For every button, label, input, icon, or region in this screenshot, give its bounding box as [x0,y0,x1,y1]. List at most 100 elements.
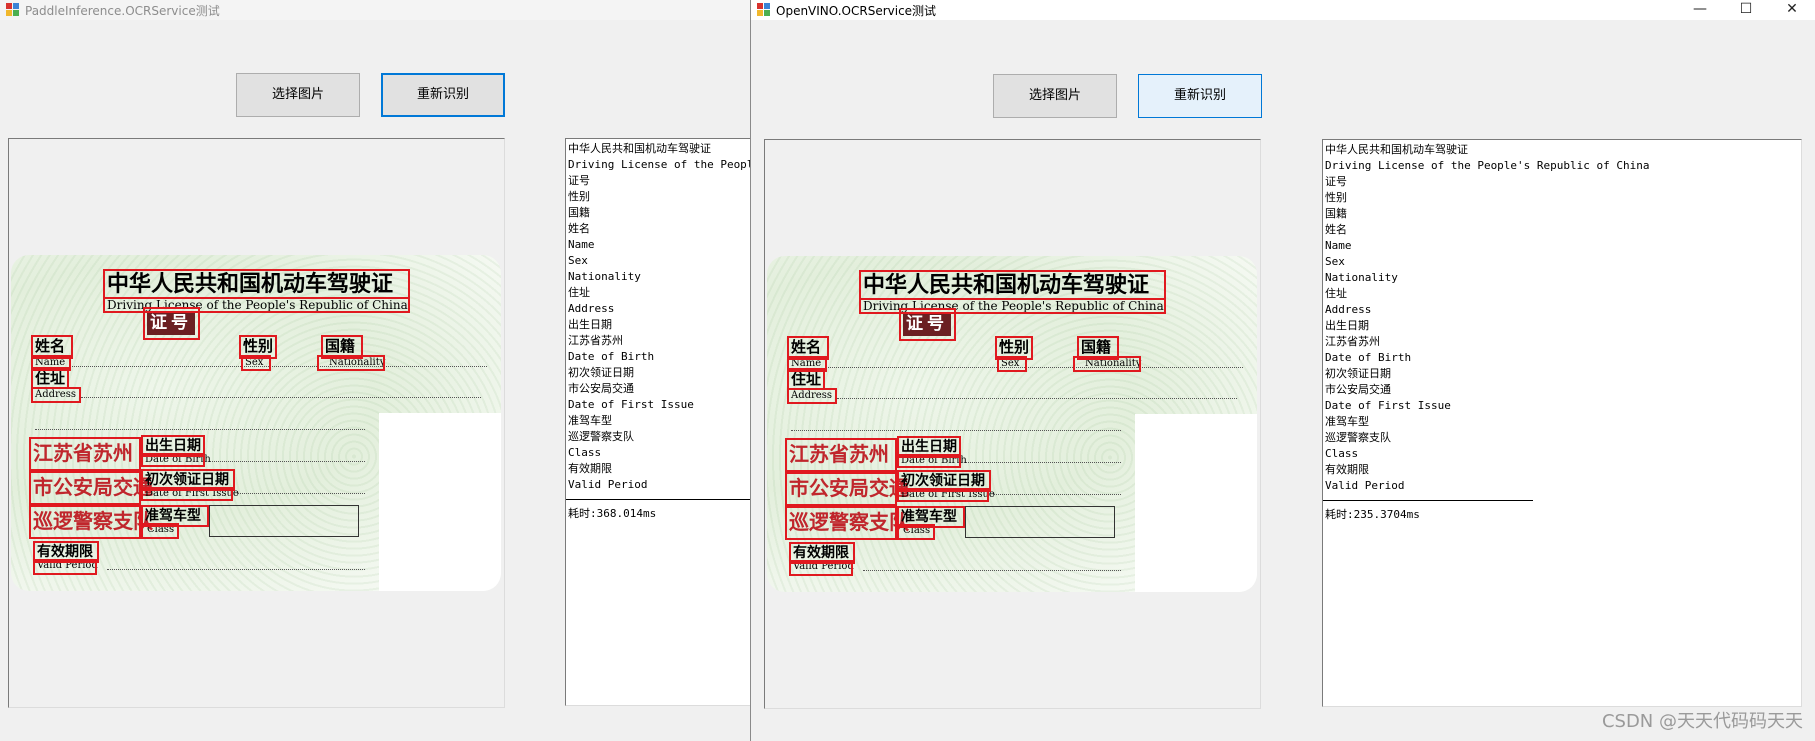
detection-box [143,307,200,340]
result-line: 初次领证日期 [568,366,634,379]
result-line: 巡逻警察支队 [568,430,634,443]
result-line: 巡逻警察支队 [1325,431,1391,444]
select-image-button[interactable]: 选择图片 [236,73,360,117]
result-line: 有效期限 [1325,463,1369,476]
detection-box [997,356,1027,372]
result-line: 江苏省苏州 [1325,335,1380,348]
result-line: 出生日期 [568,318,612,331]
detection-box [897,488,989,502]
dotted-line [825,367,1243,368]
detection-box [785,472,897,506]
result-line: Class [1325,447,1359,460]
result-textbox[interactable]: 中华人民共和国机动车驾驶证 Driving License of the Peo… [1322,139,1802,707]
detection-box [31,387,81,403]
detection-box [787,388,837,404]
result-line: Name [1325,239,1352,252]
app-icon [757,3,770,16]
elapsed-time: 耗时:368.014ms [568,507,657,520]
result-line: 准驾车型 [568,414,612,427]
license-card-image: 中华人民共和国机动车驾驶证 Driving License of the Peo… [11,255,501,591]
result-line: 中华人民共和国机动车驾驶证 [1325,143,1468,156]
result-line: 有效期限 [568,462,612,475]
detection-box [789,560,853,576]
result-line: Name [568,238,595,251]
result-line: 性别 [1325,191,1347,204]
openvino-window: OpenVINO.OCRService测试 — ☐ ✕ 选择图片 重新识别 中华… [750,0,1815,741]
result-line: Nationality [1325,271,1398,284]
result-line: Date of First Issue [568,398,694,411]
detection-box [241,355,271,371]
detection-box [897,454,961,468]
title-bar[interactable]: PaddleInference.OCRService测试 [0,0,752,20]
class-field-box [965,506,1115,538]
result-line: Date of First Issue [1325,399,1451,412]
separator-line [566,499,754,500]
result-lines: 中华人民共和国机动车驾驶证 Driving License of the Peo… [566,139,754,522]
result-line: 证号 [568,174,590,187]
window-title: PaddleInference.OCRService测试 [25,4,220,18]
watermark: CSDN @天天代码码天天 [1601,711,1803,732]
result-line: 姓名 [568,222,590,235]
close-icon[interactable]: ✕ [1769,0,1815,20]
result-line: 住址 [568,286,590,299]
result-line: 中华人民共和国机动车驾驶证 [568,142,711,155]
result-line: 初次领证日期 [1325,367,1391,380]
result-line: 市公安局交通 [568,382,634,395]
title-bar[interactable]: OpenVINO.OCRService测试 — ☐ ✕ [751,0,1815,20]
image-picturebox: 中华人民共和国机动车驾驶证 Driving License of the Peo… [764,139,1261,709]
result-line: 江苏省苏州 [568,334,623,347]
result-line: Address [568,302,615,315]
detection-box [317,355,385,371]
dotted-line [993,494,1121,495]
result-line: 出生日期 [1325,319,1369,332]
photo-area [379,413,501,591]
window-title: OpenVINO.OCRService测试 [776,4,937,18]
recognize-button[interactable]: 重新识别 [1138,74,1262,118]
license-card-image: 中华人民共和国机动车驾驶证 Driving License of the Peo… [767,256,1257,592]
detection-box [897,524,935,540]
result-line: Driving License of the People's Republic… [1325,159,1650,172]
result-textbox[interactable]: 中华人民共和国机动车驾驶证 Driving License of the Peo… [565,138,755,706]
detection-box [785,506,897,540]
select-image-button[interactable]: 选择图片 [993,74,1117,118]
result-line: 住址 [1325,287,1347,300]
result-line: Driving License of the People's Republic… [568,158,754,171]
dotted-line [35,429,365,430]
result-line: Address [1325,303,1372,316]
app-icon [6,3,19,16]
detection-box [33,559,97,575]
image-picturebox: 中华人民共和国机动车驾驶证 Driving License of the Peo… [8,138,505,708]
result-line: Class [568,446,602,459]
dotted-line [957,462,1121,463]
minimize-icon[interactable]: — [1677,0,1723,20]
recognize-button[interactable]: 重新识别 [381,73,505,117]
detection-box [29,437,141,471]
dotted-line [107,569,365,570]
result-line: 国籍 [568,206,590,219]
result-line: Date of Birth [568,350,655,363]
detection-box [141,453,205,467]
detection-box [859,270,1166,300]
detection-box [103,269,410,299]
detection-box [1073,356,1141,372]
detection-box [31,367,69,389]
result-line: Valid Period [1325,479,1405,492]
dotted-line [81,397,481,398]
dotted-line [791,430,1121,431]
detection-box [787,368,825,390]
detection-box [29,505,141,539]
detection-box [29,471,141,505]
result-line: Sex [568,254,588,267]
maximize-icon[interactable]: ☐ [1723,0,1769,20]
result-line: 性别 [568,190,590,203]
dotted-line [837,398,1237,399]
result-line: 姓名 [1325,223,1347,236]
dotted-line [863,570,1121,571]
result-line: Date of Birth [1325,351,1412,364]
dotted-line [69,366,487,367]
result-line: 准驾车型 [1325,415,1369,428]
elapsed-time: 耗时:235.3704ms [1325,508,1420,521]
result-line: Valid Period [568,478,648,491]
class-field-box [209,505,359,537]
result-line: Sex [1325,255,1345,268]
